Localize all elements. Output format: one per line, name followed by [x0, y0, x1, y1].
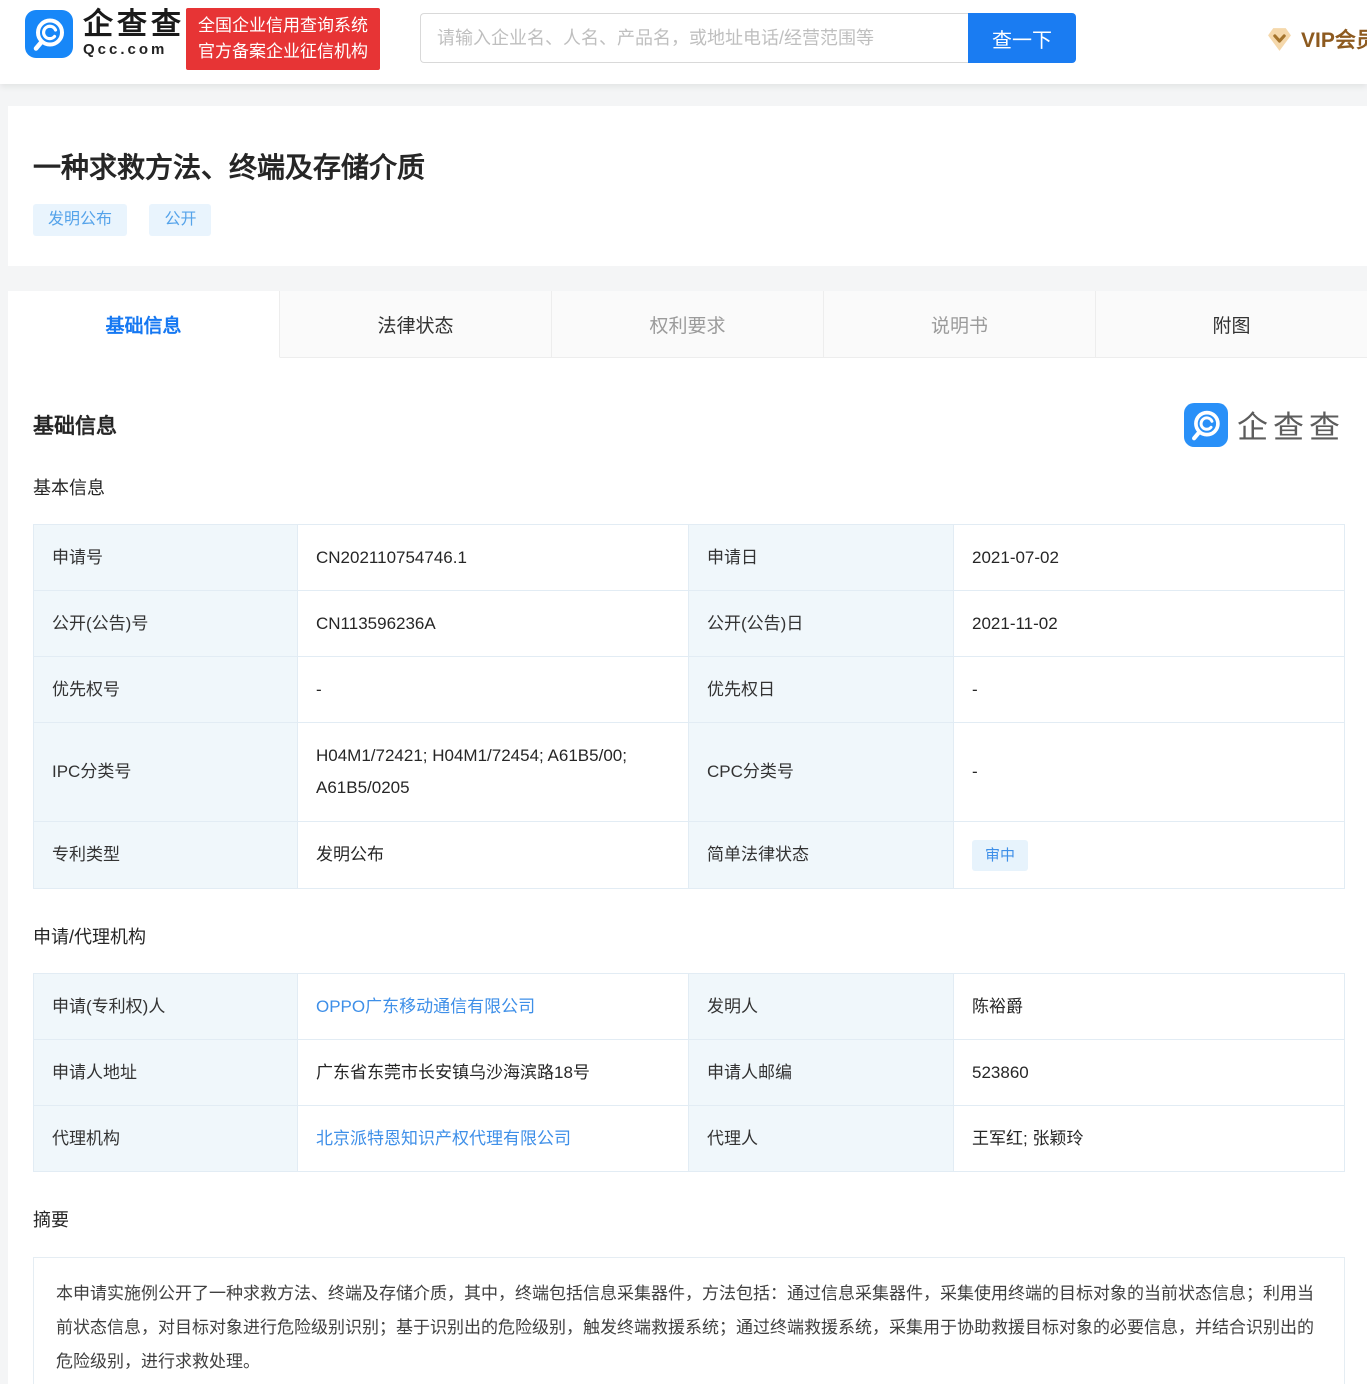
cell-value: CN202110754746.1 — [298, 525, 689, 591]
cell-value: CN113596236A — [298, 591, 689, 657]
cell-label: 代理机构 — [34, 1106, 298, 1172]
cell-value: - — [954, 723, 1345, 822]
agency-table: 申请(专利权)人 OPPO广东移动通信有限公司 发明人 陈裕爵 申请人地址 广东… — [33, 973, 1345, 1172]
agency-subheading: 申请/代理机构 — [33, 923, 1345, 949]
cell-label: 申请人邮编 — [689, 1040, 954, 1106]
watermark-text: 企查查 — [1237, 402, 1345, 447]
cell-value: 北京派特恩知识产权代理有限公司 — [298, 1106, 689, 1172]
search-input[interactable] — [420, 13, 968, 63]
patent-type-tag: 发明公布 — [33, 204, 127, 236]
tab-legal-status[interactable]: 法律状态 — [280, 291, 552, 358]
cell-label: 优先权号 — [34, 657, 298, 723]
patent-title-card: 一种求救方法、终端及存储介质 发明公布 公开 — [8, 106, 1367, 266]
cell-value: 2021-07-02 — [954, 525, 1345, 591]
brand-name-en: Qcc.com — [83, 41, 185, 59]
tab-description[interactable]: 说明书 — [824, 291, 1096, 358]
vip-link[interactable]: VIP会员 — [1266, 24, 1367, 54]
legal-status-badge: 审中 — [972, 840, 1028, 871]
basic-info-panel: 企查查 基础信息 基本信息 申请号 CN202110754746.1 申请日 2… — [8, 358, 1367, 1384]
applicant-link[interactable]: OPPO广东移动通信有限公司 — [316, 991, 535, 1023]
cell-value: 陈裕爵 — [954, 974, 1345, 1040]
cell-value: - — [954, 657, 1345, 723]
cell-label: 申请号 — [34, 525, 298, 591]
search-bar: 查一下 — [420, 13, 1076, 63]
cell-label: 公开(公告)号 — [34, 591, 298, 657]
vip-diamond-icon — [1266, 26, 1293, 53]
cell-label: 优先权日 — [689, 657, 954, 723]
patent-tag-row: 发明公布 公开 — [33, 204, 1367, 236]
cell-value: 发明公布 — [298, 822, 689, 889]
detail-tabs: 基础信息 法律状态 权利要求 说明书 附图 — [8, 291, 1367, 358]
cell-value: 2021-11-02 — [954, 591, 1345, 657]
abstract-text: 本申请实施例公开了一种求救方法、终端及存储介质，其中，终端包括信息采集器件，方法… — [33, 1257, 1345, 1384]
cell-label: IPC分类号 — [34, 723, 298, 822]
cell-value: 广东省东莞市长安镇乌沙海滨路18号 — [298, 1040, 689, 1106]
cell-value: 审中 — [954, 822, 1345, 889]
vip-label: VIP会员 — [1301, 24, 1367, 54]
tab-claims[interactable]: 权利要求 — [552, 291, 824, 358]
cell-label: 申请日 — [689, 525, 954, 591]
patent-title: 一种求救方法、终端及存储介质 — [33, 146, 1367, 186]
qcc-logo-icon — [25, 10, 73, 58]
certification-badge-line2: 官方备案企业征信机构 — [198, 39, 368, 65]
abstract-subheading: 摘要 — [33, 1206, 1345, 1232]
qcc-watermark: 企查查 — [1184, 402, 1345, 447]
cell-label: 代理人 — [689, 1106, 954, 1172]
basic-info-table: 申请号 CN202110754746.1 申请日 2021-07-02 公开(公… — [33, 524, 1345, 889]
certification-badge: 全国企业信用查询系统 官方备案企业征信机构 — [186, 8, 380, 70]
cell-label: 简单法律状态 — [689, 822, 954, 889]
certification-badge-line1: 全国企业信用查询系统 — [198, 13, 368, 39]
cell-label: 发明人 — [689, 974, 954, 1040]
brand-name-cn: 企查查 — [83, 9, 185, 41]
cell-value: 王军红; 张颖玲 — [954, 1106, 1345, 1172]
cell-label: 公开(公告)日 — [689, 591, 954, 657]
qcc-logo[interactable]: 企查查 Qcc.com — [25, 9, 185, 59]
cell-label: 申请人地址 — [34, 1040, 298, 1106]
patent-publicity-tag: 公开 — [149, 204, 211, 236]
search-button[interactable]: 查一下 — [968, 13, 1076, 63]
tab-basic-info[interactable]: 基础信息 — [8, 291, 280, 358]
tab-figures[interactable]: 附图 — [1096, 291, 1367, 358]
basic-info-subheading: 基本信息 — [33, 474, 1345, 500]
cell-value: - — [298, 657, 689, 723]
cell-label: CPC分类号 — [689, 723, 954, 822]
section-heading: 基础信息 — [33, 358, 1345, 440]
top-header: 企查查 Qcc.com 全国企业信用查询系统 官方备案企业征信机构 查一下 VI… — [0, 0, 1367, 84]
cell-value: 523860 — [954, 1040, 1345, 1106]
cell-value: OPPO广东移动通信有限公司 — [298, 974, 689, 1040]
cell-value: H04M1/72421; H04M1/72454; A61B5/00; A61B… — [298, 723, 689, 822]
cell-label: 申请(专利权)人 — [34, 974, 298, 1040]
qcc-watermark-logo-icon — [1184, 403, 1228, 447]
agency-link[interactable]: 北京派特恩知识产权代理有限公司 — [316, 1123, 571, 1155]
cell-label: 专利类型 — [34, 822, 298, 889]
